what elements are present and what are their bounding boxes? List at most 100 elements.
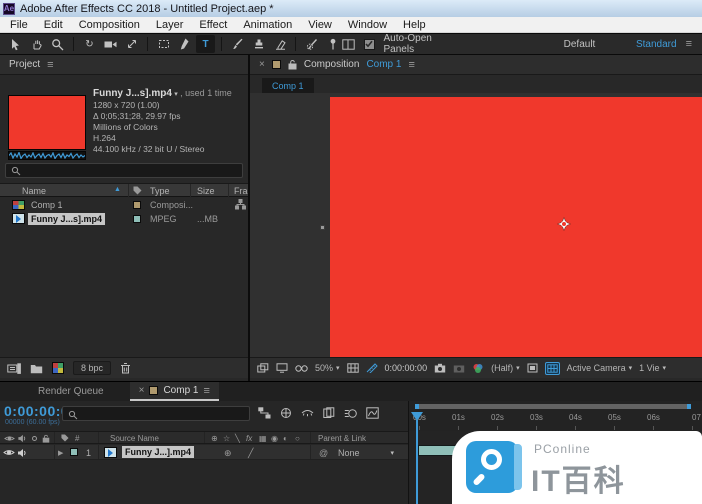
parent-dropdown[interactable]: None▾ — [334, 447, 398, 458]
clone-stamp-tool-icon[interactable] — [249, 35, 268, 53]
work-area-end-handle[interactable] — [687, 404, 691, 409]
menu-composition[interactable]: Composition — [71, 19, 148, 31]
comp-edge-handle[interactable] — [320, 225, 325, 230]
layer-row[interactable]: ▶ 1 Funny J...].mp4 ⊕ ╱ @ None▾ — [0, 445, 408, 460]
pick-whip-icon[interactable]: @ — [319, 448, 328, 458]
column-name[interactable]: Name — [22, 186, 46, 196]
timeline-comp-tab[interactable]: × Comp 1 ≡ — [130, 382, 219, 401]
brush-tool-icon[interactable] — [228, 35, 247, 53]
column-size[interactable]: Size — [197, 186, 215, 196]
always-preview-icon[interactable] — [257, 363, 269, 373]
workspace-menu-icon[interactable]: ≡ — [686, 38, 692, 50]
table-row-comp1[interactable]: Comp 1 Composi... — [0, 198, 248, 212]
menu-effect[interactable]: Effect — [191, 19, 235, 31]
project-tab[interactable]: Project — [9, 59, 40, 70]
project-panel-menu-icon[interactable]: ≡ — [47, 59, 53, 71]
selection-tool-icon[interactable] — [6, 35, 25, 53]
comp-viewer-tab[interactable]: Comp 1 — [262, 78, 314, 93]
layer-color-chip[interactable] — [70, 448, 78, 456]
playhead-handle[interactable] — [411, 412, 423, 421]
pen-tool-icon[interactable] — [175, 35, 194, 53]
grid-guides-icon[interactable] — [347, 363, 359, 373]
menu-edit[interactable]: Edit — [36, 19, 71, 31]
menu-layer[interactable]: Layer — [148, 19, 192, 31]
layer-name[interactable]: Funny J...].mp4 — [122, 446, 194, 458]
anchor-point-icon[interactable] — [557, 217, 571, 231]
menu-view[interactable]: View — [300, 19, 340, 31]
time-ruler[interactable]: 00s 01s 02s 03s 04s 05s 06s 07 — [408, 401, 702, 431]
composition-viewer[interactable] — [250, 93, 702, 357]
composition-canvas[interactable] — [330, 97, 702, 357]
hand-tool-icon[interactable] — [27, 35, 46, 53]
close-panel-icon[interactable]: × — [259, 59, 265, 70]
graph-editor-icon[interactable] — [366, 407, 379, 419]
label-column-icon[interactable] — [133, 186, 142, 195]
work-area-start-handle[interactable] — [415, 404, 419, 409]
pan-behind-tool-icon[interactable] — [122, 35, 141, 53]
zoom-tool-icon[interactable] — [48, 35, 67, 53]
menu-help[interactable]: Help — [395, 19, 434, 31]
render-queue-tab[interactable]: Render Queue — [28, 382, 114, 401]
composition-panel-title[interactable]: Composition — [304, 59, 360, 70]
lock-icon[interactable] — [288, 59, 297, 70]
bit-depth-button[interactable]: 8 bpc — [73, 361, 111, 375]
channels-icon[interactable] — [472, 363, 484, 374]
unified-camera-tool-icon[interactable] — [101, 35, 120, 53]
project-search-input[interactable] — [5, 163, 243, 178]
show-snapshot-icon[interactable] — [453, 363, 465, 373]
resolution-dropdown[interactable]: (Half)▾ — [491, 363, 520, 373]
footage-preview-thumbnail[interactable] — [8, 95, 86, 150]
close-tab-icon[interactable]: × — [139, 385, 145, 396]
primary-viewer-icon[interactable] — [276, 363, 288, 373]
timeline-search-input[interactable] — [62, 406, 250, 421]
column-type[interactable]: Type — [150, 186, 170, 196]
source-name-column[interactable]: Source Name — [110, 434, 159, 443]
layer-visibility-icon[interactable] — [3, 448, 15, 457]
frame-blend-icon[interactable] — [323, 407, 335, 419]
rotation-tool-icon[interactable]: ↻ — [80, 35, 99, 53]
label-color-chip[interactable] — [133, 215, 141, 223]
timeline-panel-menu-icon[interactable]: ≡ — [203, 385, 209, 397]
comp-mini-flowchart-icon[interactable] — [258, 407, 271, 419]
snapshot-icon[interactable] — [434, 363, 446, 373]
motion-blur-icon[interactable] — [344, 407, 357, 419]
menu-window[interactable]: Window — [340, 19, 395, 31]
draft-3d-icon[interactable] — [280, 407, 292, 419]
layer-quality-icon[interactable]: ╱ — [248, 448, 253, 459]
workspace-standard[interactable]: Standard — [636, 39, 677, 50]
type-tool-icon[interactable]: T — [196, 35, 215, 53]
table-row-footage[interactable]: Funny J...s].mp4 MPEG ...MB — [0, 212, 248, 226]
interpret-footage-icon[interactable] — [7, 363, 21, 374]
menu-animation[interactable]: Animation — [235, 19, 300, 31]
shy-layers-icon[interactable] — [301, 407, 314, 419]
menu-file[interactable]: File — [2, 19, 36, 31]
comp-footer-time[interactable]: 0:00:00:00 — [385, 363, 428, 373]
3d-view-dropdown[interactable]: Active Camera▾ — [567, 363, 633, 373]
label-color-chip[interactable] — [133, 201, 141, 209]
mask-visibility-icon[interactable] — [295, 364, 308, 373]
parent-link-column[interactable]: Parent & Link — [318, 434, 366, 443]
composition-name[interactable]: Comp 1 — [366, 59, 401, 70]
region-of-interest-icon[interactable] — [527, 363, 538, 373]
layer-anchor-icon[interactable]: ⊕ — [224, 448, 232, 459]
rectangle-tool-icon[interactable] — [154, 35, 173, 53]
eraser-tool-icon[interactable] — [270, 35, 289, 53]
new-folder-icon[interactable] — [30, 363, 43, 374]
sort-ascending-icon[interactable]: ▲ — [114, 186, 121, 193]
playhead-line[interactable] — [416, 420, 418, 504]
roto-brush-tool-icon[interactable] — [302, 35, 321, 53]
trash-icon[interactable] — [120, 362, 131, 374]
puppet-pin-tool-icon[interactable] — [323, 35, 342, 53]
view-layout-dropdown[interactable]: 1 Vie▾ — [639, 363, 666, 373]
magnification-dropdown[interactable]: 50%▾ — [315, 363, 340, 373]
auto-open-panels-checkbox[interactable] — [364, 39, 375, 50]
layer-audio-icon[interactable] — [17, 448, 27, 458]
ruler-icon[interactable] — [366, 363, 378, 373]
layer-twirl-icon[interactable]: ▶ — [58, 449, 63, 457]
composition-panel-menu-icon[interactable]: ≡ — [408, 59, 414, 71]
footage-dropdown-icon[interactable]: ▾ — [174, 91, 178, 98]
work-area-bar[interactable] — [415, 404, 691, 409]
transparency-grid-icon[interactable] — [545, 362, 560, 375]
column-frame[interactable]: Fra — [234, 186, 248, 196]
workspace-panels-icon[interactable] — [342, 39, 355, 50]
